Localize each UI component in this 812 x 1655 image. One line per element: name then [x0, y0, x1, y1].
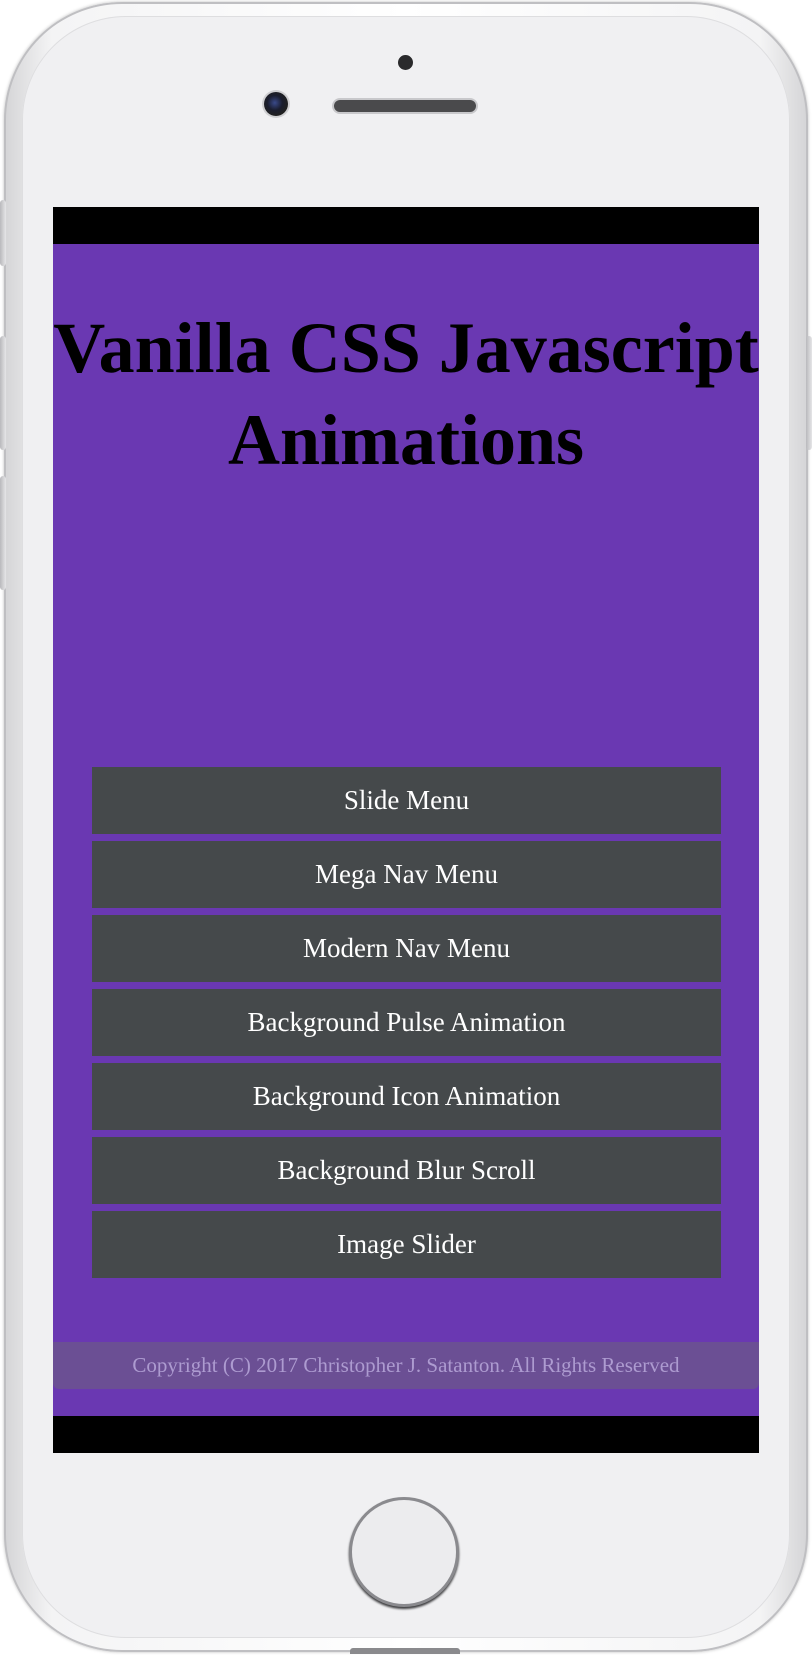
menu-item-slide-menu[interactable]: Slide Menu	[92, 767, 721, 834]
page-title: Vanilla CSS Javascript Animations	[53, 308, 759, 480]
lightning-port	[350, 1648, 460, 1654]
mute-switch	[0, 200, 6, 266]
copyright-footer: Copyright (C) 2017 Christopher J. Satant…	[53, 1342, 759, 1389]
app-page: Vanilla CSS Javascript Animations Slide …	[53, 244, 759, 1416]
animation-menu: Slide Menu Mega Nav Menu Modern Nav Menu…	[92, 767, 721, 1285]
power-button	[806, 336, 812, 450]
volume-down-button	[0, 476, 6, 590]
device-mockup: Vanilla CSS Javascript Animations Slide …	[0, 0, 812, 1655]
menu-item-background-icon-animation[interactable]: Background Icon Animation	[92, 1063, 721, 1130]
menu-item-image-slider[interactable]: Image Slider	[92, 1211, 721, 1278]
menu-item-background-blur-scroll[interactable]: Background Blur Scroll	[92, 1137, 721, 1204]
menu-item-modern-nav-menu[interactable]: Modern Nav Menu	[92, 915, 721, 982]
phone-screen: Vanilla CSS Javascript Animations Slide …	[53, 207, 759, 1453]
earpiece-speaker	[334, 100, 476, 112]
proximity-sensor-icon	[398, 55, 413, 70]
volume-up-button	[0, 336, 6, 450]
menu-item-background-pulse-animation[interactable]: Background Pulse Animation	[92, 989, 721, 1056]
front-camera-icon	[264, 92, 288, 116]
menu-item-mega-nav-menu[interactable]: Mega Nav Menu	[92, 841, 721, 908]
home-button[interactable]	[352, 1500, 456, 1604]
